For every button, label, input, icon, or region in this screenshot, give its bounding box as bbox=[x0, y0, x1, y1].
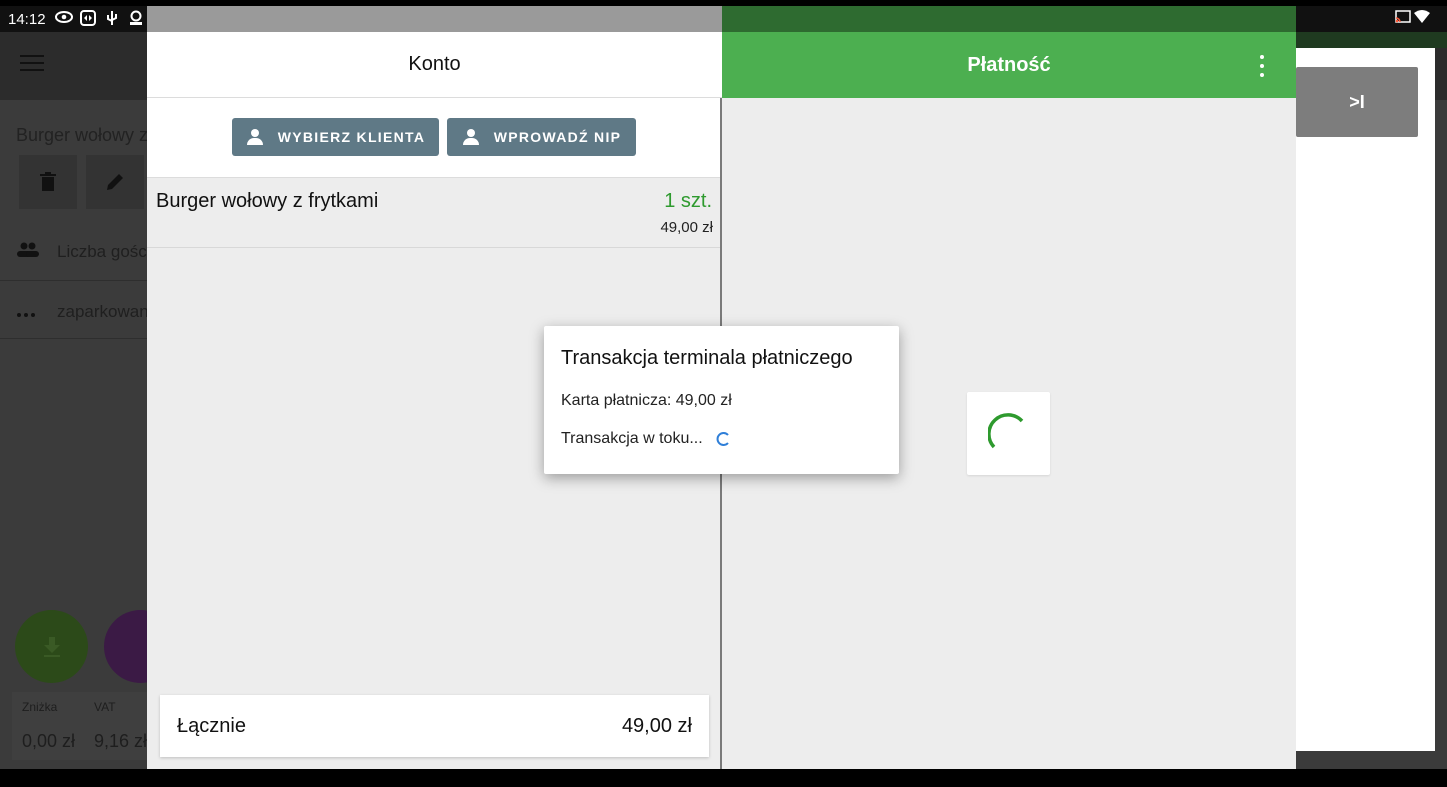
order-item-qty: 1 szt. bbox=[664, 190, 712, 212]
person-icon bbox=[462, 128, 480, 146]
guests-label: Liczba gośc bbox=[57, 242, 147, 261]
cast-icon bbox=[1395, 10, 1411, 29]
payment-panel-topbar bbox=[722, 6, 1296, 32]
more-horiz-icon bbox=[16, 302, 36, 323]
total-label: Łącznie bbox=[177, 715, 246, 737]
status-time: 14:12 bbox=[8, 11, 46, 28]
order-item-row[interactable] bbox=[147, 178, 722, 248]
download-icon bbox=[43, 636, 60, 657]
enter-nip-label: WPROWADŹ NIP bbox=[493, 129, 622, 145]
pencil-icon bbox=[107, 174, 123, 190]
wifi-icon bbox=[1414, 10, 1430, 29]
account-title: Konto bbox=[147, 32, 722, 98]
vat-value: 9,16 zł bbox=[94, 731, 148, 751]
background-side-panel bbox=[1295, 48, 1435, 751]
select-client-label: WYBIERZ KLIENTA bbox=[277, 129, 426, 145]
dialog-card-amount: Karta płatnicza: 49,00 zł bbox=[561, 392, 732, 409]
teamviewer-icon bbox=[80, 10, 96, 31]
payment-title: Płatność bbox=[722, 32, 1296, 98]
person-icon bbox=[246, 128, 264, 146]
more-vert-icon[interactable] bbox=[1254, 55, 1270, 77]
download-fab[interactable] bbox=[15, 610, 88, 683]
order-item-name: Burger wołowy z frytkami bbox=[156, 190, 379, 212]
parked-label: zaparkowan bbox=[57, 302, 149, 321]
background-strip bbox=[1295, 32, 1447, 48]
order-item-price: 49,00 zł bbox=[660, 219, 713, 236]
trash-icon bbox=[40, 172, 56, 191]
loading-spinner-icon bbox=[716, 432, 729, 446]
delete-button[interactable] bbox=[19, 155, 77, 209]
progress-spinner-icon bbox=[988, 413, 1024, 449]
people-icon bbox=[16, 242, 40, 263]
enter-nip-button[interactable]: WPROWADŹ NIP bbox=[447, 118, 636, 156]
dialog-title: Transakcja terminala płatniczego bbox=[561, 347, 853, 369]
account-icon bbox=[128, 10, 144, 31]
skip-button[interactable]: >I bbox=[1296, 67, 1418, 137]
eye-icon bbox=[55, 10, 73, 29]
discount-label: Zniżka bbox=[22, 700, 58, 714]
menu-icon[interactable] bbox=[20, 55, 44, 75]
discount-value: 0,00 zł bbox=[22, 731, 76, 751]
vat-label: VAT bbox=[94, 700, 116, 714]
navigation-bar bbox=[0, 769, 1447, 787]
edit-button[interactable] bbox=[86, 155, 144, 209]
usb-icon bbox=[105, 10, 119, 31]
background-product-title: Burger wołowy z bbox=[16, 125, 149, 145]
account-panel-topbar bbox=[147, 6, 722, 32]
dialog-status: Transakcja w toku... bbox=[561, 430, 703, 447]
select-client-button[interactable]: WYBIERZ KLIENTA bbox=[232, 118, 439, 156]
total-value: 49,00 zł bbox=[621, 715, 692, 737]
